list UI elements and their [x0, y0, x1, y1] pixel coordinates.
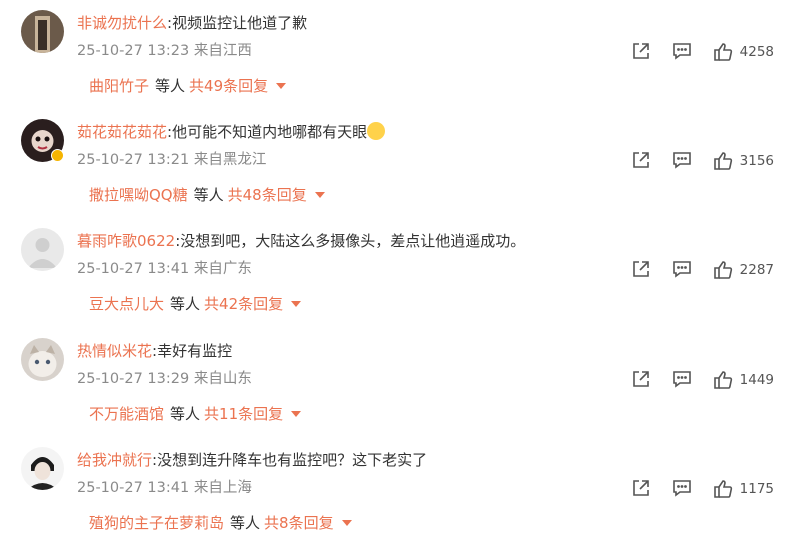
like-button[interactable]: 2287 — [712, 259, 774, 281]
etc-label: 等人 — [193, 186, 224, 204]
avatar[interactable] — [21, 228, 64, 271]
like-count: 2287 — [739, 262, 774, 278]
avatar[interactable] — [21, 447, 64, 490]
caret-down-icon[interactable] — [341, 520, 352, 526]
like-icon — [713, 261, 732, 279]
reply-summary: 撒拉嘿呦QQ糖 等人 共48条回复 — [77, 173, 800, 209]
comment-text: 幸好有监控 — [157, 342, 233, 360]
comment-location: 来自上海 — [193, 480, 252, 496]
avatar[interactable] — [21, 10, 64, 53]
share-icon[interactable] — [630, 368, 654, 392]
caret-down-icon[interactable] — [291, 411, 302, 417]
comment-line: 热情似米花:幸好有监控 — [77, 341, 232, 361]
comment-line: 茹花茹花茹花:他可能不知道内地哪都有天眼 — [77, 122, 386, 142]
like-button[interactable]: 4258 — [712, 41, 774, 63]
comment-icon[interactable] — [671, 368, 695, 392]
reply-summary: 豆大点儿大 等人 共42条回复 — [77, 282, 800, 318]
comment-text: 他可能不知道内地哪都有天眼 — [172, 123, 368, 141]
share-icon[interactable] — [630, 477, 654, 501]
like-button[interactable]: 3156 — [712, 150, 774, 172]
comment-time: 25-10-27 13:23 — [77, 43, 190, 59]
comment-icon[interactable] — [671, 477, 695, 501]
caret-down-icon[interactable] — [276, 83, 287, 89]
comment-time: 25-10-27 13:29 — [77, 371, 190, 387]
replier-link[interactable]: 撒拉嘿呦QQ糖 — [89, 186, 188, 204]
emoji-icon — [367, 122, 386, 140]
comment-location: 来自广东 — [193, 261, 252, 277]
view-replies-link[interactable]: 共11条回复 — [204, 405, 283, 423]
username-link[interactable]: 茹花茹花茹花 — [77, 123, 167, 141]
comment-time: 25-10-27 13:21 — [77, 152, 190, 168]
comment-icon[interactable] — [671, 40, 695, 64]
comment-text: 没想到连升降车也有监控吧？这下老实了 — [157, 451, 428, 469]
replier-link[interactable]: 曲阳竹子 — [89, 77, 149, 95]
reply-summary: 殖狗的主子在萝莉岛 等人 共8条回复 — [77, 501, 800, 537]
share-icon[interactable] — [630, 258, 654, 282]
view-replies-link[interactable]: 共8条回复 — [264, 514, 334, 532]
comment-text: 没想到吧，大陆这么多摄像头，差点让他逍遥成功。 — [180, 232, 526, 250]
like-icon — [713, 152, 732, 170]
etc-label: 等人 — [155, 77, 186, 95]
comment-text: 视频监控让他道了歉 — [172, 14, 308, 32]
comment-item: 非诚勿扰什么:视频监控让他道了歉 25-10-27 13:23 来自江西 425… — [0, 0, 800, 109]
comment-meta: 25-10-27 13:21 来自黑龙江 — [77, 150, 266, 170]
like-count: 4258 — [739, 44, 774, 60]
comment-time: 25-10-27 13:41 — [77, 261, 190, 277]
etc-label: 等人 — [170, 295, 201, 313]
caret-down-icon[interactable] — [291, 301, 302, 307]
comment-actions: 3156 — [613, 149, 774, 173]
like-icon — [713, 371, 732, 389]
like-icon — [713, 480, 732, 498]
comment-location: 来自江西 — [193, 43, 252, 59]
comment-location: 来自黑龙江 — [193, 152, 267, 168]
caret-down-icon[interactable] — [314, 192, 325, 198]
comment-location: 来自山东 — [193, 371, 252, 387]
reply-summary: 曲阳竹子 等人 共49条回复 — [77, 64, 800, 100]
username-link[interactable]: 给我冲就行 — [77, 451, 152, 469]
comment-line: 给我冲就行:没想到连升降车也有监控吧？这下老实了 — [77, 450, 427, 470]
comment-meta: 25-10-27 13:29 来自山东 — [77, 369, 252, 389]
like-button[interactable]: 1175 — [712, 478, 774, 500]
comment-meta: 25-10-27 13:23 来自江西 — [77, 41, 252, 61]
comment-icon[interactable] — [671, 258, 695, 282]
view-replies-link[interactable]: 共48条回复 — [228, 186, 307, 204]
etc-label: 等人 — [230, 514, 261, 532]
username-link[interactable]: 暮雨咋歌0622 — [77, 232, 175, 250]
view-replies-link[interactable]: 共49条回复 — [189, 77, 268, 95]
verified-badge-icon — [51, 149, 64, 162]
comment-time: 25-10-27 13:41 — [77, 480, 190, 496]
comment-actions: 1449 — [613, 368, 774, 392]
comment-item: 暮雨咋歌0622:没想到吧，大陆这么多摄像头，差点让他逍遥成功。 25-10-2… — [0, 218, 800, 327]
share-icon[interactable] — [630, 149, 654, 173]
comment-line: 暮雨咋歌0622:没想到吧，大陆这么多摄像头，差点让他逍遥成功。 — [77, 231, 525, 251]
replier-link[interactable]: 豆大点儿大 — [89, 295, 164, 313]
replier-link[interactable]: 殖狗的主子在萝莉岛 — [89, 514, 224, 532]
comment-actions: 4258 — [613, 40, 774, 64]
view-replies-link[interactable]: 共42条回复 — [204, 295, 283, 313]
comment-actions: 2287 — [613, 258, 774, 282]
like-icon — [713, 43, 732, 61]
avatar[interactable] — [21, 338, 64, 381]
comment-meta: 25-10-27 13:41 来自广东 — [77, 259, 252, 279]
like-count: 3156 — [739, 153, 774, 169]
etc-label: 等人 — [170, 405, 201, 423]
like-button[interactable]: 1449 — [712, 369, 774, 391]
comment-item: 给我冲就行:没想到连升降车也有监控吧？这下老实了 25-10-27 13:41 … — [0, 437, 800, 546]
share-icon[interactable] — [630, 40, 654, 64]
comment-meta: 25-10-27 13:41 来自上海 — [77, 478, 252, 498]
comment-line: 非诚勿扰什么:视频监控让他道了歉 — [77, 13, 307, 33]
like-count: 1175 — [739, 481, 774, 497]
replier-link[interactable]: 不万能酒馆 — [89, 405, 164, 423]
comment-icon[interactable] — [671, 149, 695, 173]
username-link[interactable]: 非诚勿扰什么 — [77, 14, 167, 32]
username-link[interactable]: 热情似米花 — [77, 342, 152, 360]
comment-item: 茹花茹花茹花:他可能不知道内地哪都有天眼 25-10-27 13:21 来自黑龙… — [0, 109, 800, 218]
reply-summary: 不万能酒馆 等人 共11条回复 — [77, 392, 800, 428]
comment-item: 热情似米花:幸好有监控 25-10-27 13:29 来自山东 1449 不万能… — [0, 328, 800, 437]
like-count: 1449 — [739, 372, 774, 388]
comment-actions: 1175 — [613, 477, 774, 501]
